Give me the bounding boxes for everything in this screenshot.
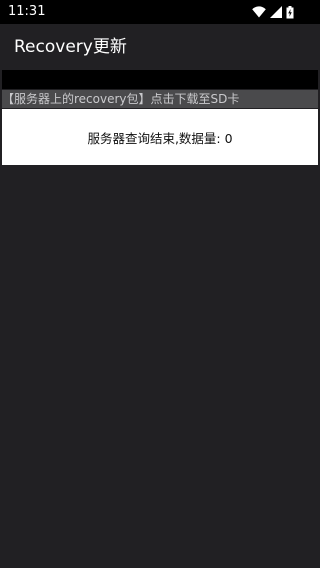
- screen: 11:31 Recovery更新 【服务器上的recovery包】点击下载至SD…: [0, 0, 320, 568]
- query-result-label: 服务器查询结束,数据量: 0: [87, 130, 233, 146]
- header-divider: [2, 70, 318, 89]
- list-item-download-hint[interactable]: 【服务器上的recovery包】点击下载至SD卡: [2, 90, 318, 108]
- page-title: Recovery更新: [14, 37, 127, 57]
- signal-icon: [270, 6, 282, 18]
- status-bar: 11:31: [0, 0, 320, 24]
- battery-charging-icon: [286, 5, 294, 19]
- download-hint-label: 【服务器上的recovery包】点击下载至SD卡: [2, 92, 240, 106]
- list-item-query-result[interactable]: 服务器查询结束,数据量: 0: [2, 109, 318, 165]
- wifi-icon: [252, 6, 266, 18]
- status-time: 11:31: [8, 4, 46, 19]
- status-icons: [252, 4, 294, 20]
- app-bar: Recovery更新: [0, 24, 320, 70]
